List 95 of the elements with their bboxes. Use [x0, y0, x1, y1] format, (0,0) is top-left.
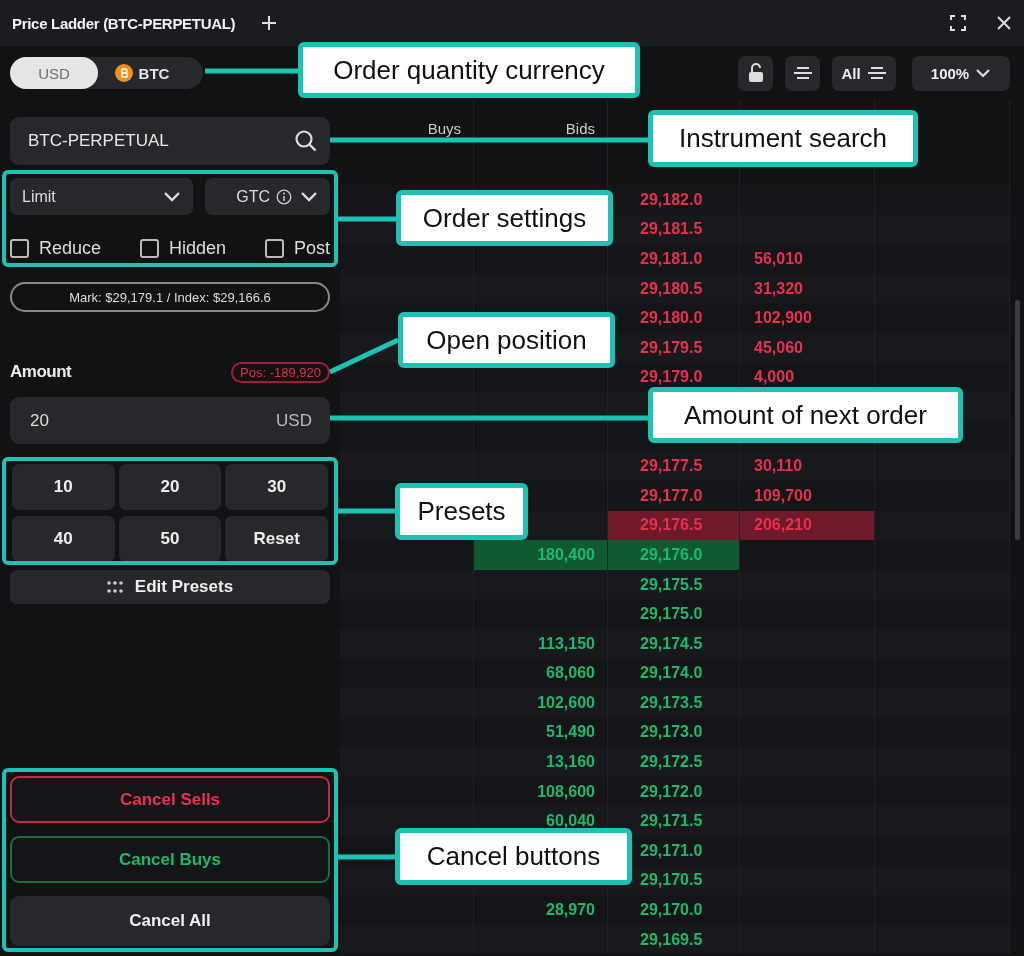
price-level[interactable]: 29,175.5: [640, 575, 703, 594]
bid-size: 60,040: [546, 812, 595, 831]
callout-label: Order quantity currency: [298, 42, 640, 98]
price-level[interactable]: 29,182.0: [640, 190, 703, 209]
cancel-button[interactable]: Cancel All: [10, 896, 330, 946]
cancel-button[interactable]: Cancel Buys: [10, 836, 330, 883]
preset-button[interactable]: 10: [12, 464, 115, 510]
checkbox-option[interactable]: Hidden: [140, 236, 227, 260]
checkbox[interactable]: [10, 238, 29, 258]
preset-button[interactable]: 30: [225, 464, 328, 510]
ask-size: 102,900: [754, 309, 812, 328]
price-level[interactable]: 29,175.0: [640, 605, 703, 624]
instrument-search-field[interactable]: BTC-PERPETUAL: [10, 117, 330, 165]
price-level[interactable]: 29,173.5: [640, 693, 703, 712]
price-level[interactable]: 29,180.5: [640, 279, 703, 298]
price-level[interactable]: 29,170.0: [640, 901, 703, 920]
price-level[interactable]: 29,173.0: [640, 723, 703, 742]
checkbox-option[interactable]: Reduce: [10, 236, 102, 260]
callout-label: Open position: [398, 312, 615, 368]
ask-size: 45,060: [754, 338, 803, 357]
ask-size: 56,010: [754, 250, 803, 268]
cancel-button[interactable]: Cancel Sells: [10, 776, 330, 823]
info-icon: [276, 188, 292, 205]
center-lines-icon: [866, 65, 887, 81]
column-header: Buys: [427, 120, 461, 137]
bid-size: 51,490: [546, 723, 595, 742]
price-level[interactable]: 29,169.5: [640, 930, 703, 949]
bid-size: 180,400: [537, 545, 595, 564]
preset-button[interactable]: 20: [118, 464, 222, 510]
column-header: Bids: [565, 120, 595, 137]
price-level[interactable]: 29,177.5: [640, 457, 703, 476]
zoom-dropdown[interactable]: 100%: [912, 55, 1010, 91]
bid-size: 108,600: [537, 782, 595, 801]
price-level[interactable]: 29,172.0: [640, 782, 703, 801]
unlocked-padlock-icon: [747, 63, 764, 83]
amount-label: Amount: [10, 362, 72, 382]
price-level[interactable]: 29,171.5: [640, 812, 703, 831]
price-level[interactable]: 29,172.5: [640, 753, 703, 772]
order-type-dropdown[interactable]: Limit: [10, 178, 193, 215]
checkbox[interactable]: [264, 238, 284, 258]
preset-button[interactable]: 50: [118, 516, 222, 562]
leader-line: [338, 508, 395, 514]
ask-size: 109,700: [754, 486, 812, 505]
price-level[interactable]: 29,171.0: [640, 841, 703, 860]
search-icon: [294, 129, 318, 153]
time-in-force-dropdown[interactable]: GTC: [205, 178, 330, 215]
bid-size: 28,970: [546, 901, 595, 920]
price-level[interactable]: 29,179.5: [640, 338, 703, 357]
callout-label: Cancel buttons: [395, 828, 632, 885]
price-level[interactable]: 29,170.5: [640, 871, 703, 890]
close-icon[interactable]: [996, 15, 1012, 31]
bid-size: 13,160: [546, 753, 595, 772]
callout-label: Amount of next order: [648, 387, 963, 443]
callout-label: Presets: [395, 483, 528, 540]
amount-field[interactable]: 20 USD: [10, 397, 330, 444]
callout-label: Instrument search: [648, 110, 918, 167]
currency-option[interactable]: BTC: [98, 57, 186, 89]
price-level[interactable]: 29,180.0: [640, 309, 703, 328]
checkbox-option[interactable]: Post: [264, 236, 330, 260]
checkbox[interactable]: [140, 238, 159, 258]
plus-icon[interactable]: [261, 15, 278, 31]
price-level[interactable]: 29,177.0: [640, 486, 703, 505]
coin-icon: [114, 64, 133, 82]
price-level[interactable]: 29,179.0: [640, 368, 703, 387]
leader-line: [338, 216, 396, 222]
chevron-down-icon: [163, 191, 181, 202]
currency-option[interactable]: USD: [10, 57, 98, 89]
chevron-down-icon: [975, 68, 992, 78]
filter-button[interactable]: All: [832, 55, 896, 91]
price-level[interactable]: 29,174.5: [640, 634, 703, 653]
center-lines-icon: [792, 65, 813, 81]
ask-size: 31,320: [754, 279, 803, 298]
bid-size: 113,150: [538, 634, 595, 653]
mark-index-pill: Mark: $29,179.1 / Index: $29,166.6: [10, 282, 330, 312]
leader-line: [328, 337, 400, 375]
center-button[interactable]: [785, 55, 820, 91]
window-title: Price Ladder (BTC-PERPETUAL): [12, 14, 236, 32]
preset-button[interactable]: Reset: [225, 516, 328, 562]
lock-button[interactable]: [738, 55, 773, 91]
ask-size: 4,000: [754, 368, 795, 387]
scrollbar[interactable]: [1015, 300, 1020, 540]
position-badge: Pos: -189,920: [231, 361, 330, 383]
leader-line: [338, 854, 395, 860]
maximize-icon[interactable]: [950, 15, 966, 31]
bid-size: 102,600: [537, 693, 595, 712]
chevron-down-icon: [300, 191, 318, 202]
price-level[interactable]: 29,181.5: [640, 220, 703, 239]
callout-label: Order settings: [396, 190, 613, 246]
ask-size: 30,110: [754, 457, 803, 476]
bid-size: 68,060: [546, 664, 595, 683]
ask-size: 206,210: [754, 516, 812, 535]
edit-presets-button[interactable]: Edit Presets: [10, 570, 330, 604]
price-level[interactable]: 29,174.0: [640, 664, 703, 683]
price-level[interactable]: 29,181.0: [640, 250, 703, 268]
preset-button[interactable]: 40: [12, 516, 115, 562]
